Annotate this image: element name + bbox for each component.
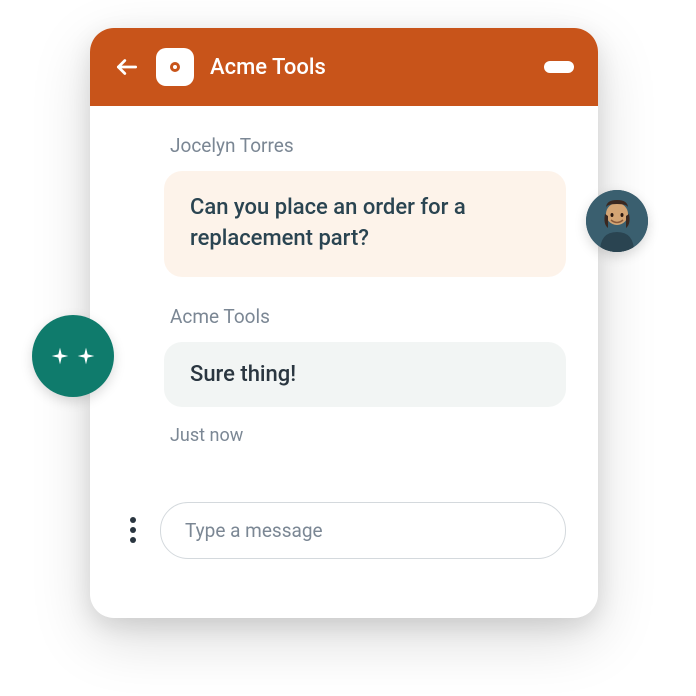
chat-window: Acme Tools Jocelyn Torres Can you place … bbox=[90, 28, 598, 618]
status-indicator bbox=[544, 61, 574, 73]
chat-header: Acme Tools bbox=[90, 28, 598, 106]
user-message-bubble: Can you place an order for a replacement… bbox=[164, 171, 566, 277]
header-title: Acme Tools bbox=[210, 55, 528, 80]
user-message-text: Can you place an order for a replacement… bbox=[190, 193, 540, 255]
more-options-icon[interactable] bbox=[122, 509, 144, 551]
sparkle-icon bbox=[50, 346, 70, 366]
message-input[interactable] bbox=[160, 502, 566, 559]
message-timestamp: Just now bbox=[170, 425, 566, 446]
ai-sparkle-badge bbox=[32, 315, 114, 397]
back-arrow-icon[interactable] bbox=[114, 54, 140, 80]
sparkle-icon bbox=[76, 346, 96, 366]
agent-message-text: Sure thing! bbox=[190, 362, 540, 387]
input-row bbox=[90, 502, 598, 583]
agent-message-bubble: Sure thing! bbox=[164, 342, 566, 407]
brand-logo-icon bbox=[156, 48, 194, 86]
messages-container: Jocelyn Torres Can you place an order fo… bbox=[90, 106, 598, 502]
user-sender-name: Jocelyn Torres bbox=[170, 134, 566, 157]
user-avatar bbox=[586, 190, 648, 252]
agent-sender-name: Acme Tools bbox=[170, 305, 566, 328]
